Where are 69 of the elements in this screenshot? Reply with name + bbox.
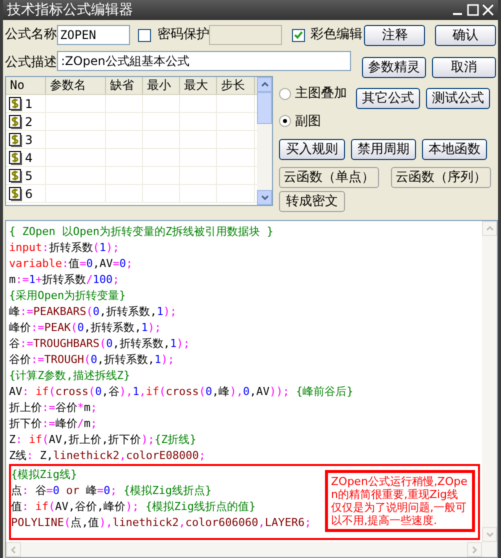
dollar-icon bbox=[9, 168, 22, 182]
code-line: 谷价:=TROUGH(0,折转系数,1); bbox=[9, 352, 176, 368]
scrollbar-thumb[interactable] bbox=[257, 92, 272, 124]
window-title: 技术指标公式编辑器 bbox=[7, 0, 133, 20]
action-button[interactable]: 取消 bbox=[432, 57, 496, 78]
radio-button[interactable] bbox=[279, 115, 291, 128]
code-line: {计算Z参数,描述拆线Z} bbox=[9, 368, 132, 384]
checkbox-label: 彩色编辑 bbox=[310, 26, 362, 44]
annotation-note: ZOpen公式运行稍慢,ZOpen的精简很重要,重现Zig线仅仅是为了说明问题,一般可以不用,提高一些速度. bbox=[325, 470, 475, 532]
code-line: 峰价:=PEAK(0,折转系数,1); bbox=[9, 320, 162, 336]
dollar-icon bbox=[9, 114, 22, 128]
checkmark-icon bbox=[294, 31, 304, 39]
code-line: variable:值=0,AV=0; bbox=[9, 256, 134, 272]
code-line: {模拟Zig线} bbox=[11, 467, 78, 483]
action-button[interactable]: 本地函数 bbox=[422, 139, 487, 160]
column-header[interactable]: 步长 bbox=[217, 77, 255, 94]
code-line: {采用Open为折转变量} bbox=[9, 288, 127, 304]
code-line: 折上价:=谷价*m; bbox=[9, 400, 98, 416]
table-cell-text: 6 bbox=[25, 186, 33, 202]
table-cell-text: 4 bbox=[25, 150, 33, 166]
table-cell-text: 2 bbox=[25, 114, 33, 130]
dollar-icon bbox=[9, 132, 22, 146]
table-cell-text: 3 bbox=[25, 132, 33, 148]
action-button[interactable]: 注释 bbox=[364, 24, 426, 46]
dollar-icon bbox=[9, 150, 22, 164]
table-cell-text: 1 bbox=[25, 96, 33, 112]
radio-label: 副图 bbox=[295, 112, 321, 130]
column-header[interactable]: No bbox=[6, 77, 46, 94]
action-button[interactable]: 买入规则 bbox=[279, 139, 345, 160]
dollar-icon bbox=[9, 186, 22, 200]
column-header[interactable]: 缺省 bbox=[106, 77, 143, 94]
code-line: 折下价:=峰价/m; bbox=[9, 416, 98, 432]
radio-label: 主图叠加 bbox=[295, 85, 347, 103]
code-line: input:折转系数(1); bbox=[9, 240, 120, 256]
action-button[interactable]: 禁用周期 bbox=[351, 139, 416, 160]
code-editor[interactable] bbox=[5, 220, 498, 558]
scrollbar[interactable] bbox=[257, 77, 272, 205]
code-line: AV: if(cross(0,谷),1,if(cross(0,峰),0,AV)); {峰前谷后} bbox=[9, 384, 354, 400]
action-button[interactable]: 其它公式 bbox=[356, 88, 420, 109]
name-field[interactable]: ZOPEN bbox=[57, 25, 130, 45]
table-cell-text: 5 bbox=[25, 168, 33, 184]
field-label: 公式描述 bbox=[5, 54, 55, 72]
code-line: { ZOpen 以Open为折转变量的Z拆线被引用数据块 } bbox=[9, 224, 274, 240]
code-line: 点: 谷=0 or 峰=0; {模拟Zig线折点} bbox=[11, 483, 213, 499]
code-line: m:=1+折转系数/100; bbox=[9, 272, 120, 288]
maximize-icon[interactable] bbox=[467, 4, 479, 16]
code-line: 谷:=TROUGHBARS(0,折转系数,1); bbox=[9, 336, 191, 352]
description-field[interactable]: :ZOpen公式組基本公式 bbox=[57, 51, 352, 71]
field-label: 公式名称 bbox=[5, 26, 55, 44]
code-line: 峰:=PEAKBARS(0,折转系数,1); bbox=[9, 304, 178, 320]
column-header[interactable]: 最大 bbox=[180, 77, 217, 94]
checkbox[interactable] bbox=[138, 28, 152, 42]
close-icon[interactable] bbox=[482, 4, 494, 16]
code-line: Z: if(AV,折上价,折下价);{Z折线} bbox=[9, 432, 198, 448]
checkbox-label: 密码保护 bbox=[157, 26, 208, 44]
action-button[interactable]: 云函数（序列） bbox=[391, 167, 491, 188]
code-line: Z线: Z,linethick2,colorE08000; bbox=[9, 448, 206, 464]
radio-button[interactable] bbox=[279, 88, 291, 100]
code-line: 值: if(AV,谷价,峰价); {模拟Zig线折点的值} bbox=[11, 499, 257, 515]
checkbox[interactable] bbox=[292, 28, 306, 42]
dollar-icon bbox=[9, 96, 22, 110]
action-button[interactable]: 确认 bbox=[435, 24, 496, 46]
action-button[interactable]: 参数精灵 bbox=[362, 57, 426, 78]
action-button[interactable]: 测试公式 bbox=[426, 88, 490, 109]
column-header[interactable]: 参数名 bbox=[46, 77, 106, 94]
action-button[interactable]: 云函数（单点） bbox=[279, 167, 379, 188]
column-header[interactable]: 最小 bbox=[143, 77, 180, 94]
code-line: POLYLINE(点,值),linethick2,color606060,LAYER6; bbox=[11, 515, 312, 531]
action-button[interactable]: 转成密文 bbox=[279, 191, 345, 212]
